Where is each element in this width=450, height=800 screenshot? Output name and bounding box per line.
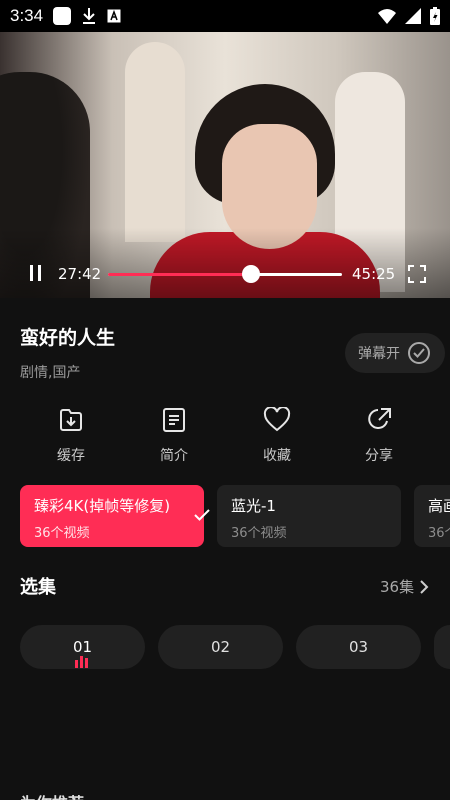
download-icon: [83, 8, 96, 24]
episode-button-more[interactable]: [434, 625, 450, 669]
fullscreen-icon[interactable]: [408, 265, 426, 283]
synopsis-button[interactable]: 简介: [134, 407, 214, 465]
wifi-icon: [378, 9, 396, 24]
video-background-figure: [125, 42, 185, 242]
total-time: 45:25: [352, 265, 396, 283]
source-option-hd[interactable]: 高画 36个: [414, 485, 450, 547]
check-circle-icon: [408, 342, 430, 364]
translate-icon: [107, 9, 121, 23]
seek-handle[interactable]: [241, 264, 260, 283]
seek-progress: [108, 272, 251, 276]
share-button[interactable]: 分享: [339, 407, 419, 465]
video-player[interactable]: 27:42 45:25: [0, 32, 450, 298]
source-option-bluray[interactable]: 蓝光-1 36个视频: [217, 485, 401, 547]
show-title: 蛮好的人生: [20, 327, 116, 349]
episodes-title: 选集: [20, 577, 56, 598]
signal-icon: [405, 8, 421, 24]
next-section-title: 为你推荐: [20, 790, 110, 800]
episodes-count: 36集: [380, 578, 415, 596]
seek-bar[interactable]: [108, 264, 342, 283]
cache-button[interactable]: 缓存: [31, 407, 111, 465]
chevron-right-icon: [420, 579, 429, 594]
document-icon: [163, 408, 185, 432]
episode-button-02[interactable]: 02: [158, 625, 283, 669]
episode-number: 03: [348, 638, 369, 656]
danmu-label: 弹幕开: [358, 346, 400, 362]
action-label: 缓存: [57, 448, 85, 464]
source-count: 36个视频: [231, 526, 287, 541]
episode-number: 02: [210, 638, 231, 656]
battery-icon: [430, 7, 440, 25]
episode-number: 01: [72, 638, 93, 656]
favorite-button[interactable]: 收藏: [237, 407, 317, 465]
pause-button[interactable]: [26, 265, 44, 283]
checkmark-icon: [194, 509, 210, 521]
now-playing-icon: [75, 656, 88, 668]
source-name: 臻彩4K(掉帧等修复): [34, 497, 171, 515]
source-count: 36个视频: [34, 526, 90, 541]
action-label: 简介: [160, 448, 188, 464]
action-label: 收藏: [263, 448, 291, 464]
source-option-4k[interactable]: 臻彩4K(掉帧等修复) 36个视频: [20, 485, 210, 547]
download-icon: [60, 409, 82, 431]
status-bar: 3:34: [0, 0, 450, 32]
app-icon: [53, 7, 72, 25]
heart-icon: [263, 407, 291, 432]
episodes-count-link[interactable]: 36集: [380, 576, 429, 597]
source-count: 36个: [428, 526, 450, 541]
episode-button-03[interactable]: 03: [296, 625, 421, 669]
danmu-toggle-button[interactable]: 弹幕开: [345, 333, 445, 373]
action-label: 分享: [365, 448, 393, 464]
status-time: 3:34: [10, 6, 44, 25]
player-controls: 27:42 45:25: [0, 254, 450, 294]
source-name: 高画: [428, 497, 450, 515]
show-genre: 剧情,国产: [20, 365, 81, 381]
episode-button-01[interactable]: 01: [20, 625, 145, 669]
current-time: 27:42: [58, 265, 102, 283]
source-name: 蓝光-1: [231, 497, 276, 515]
share-icon: [368, 408, 391, 429]
